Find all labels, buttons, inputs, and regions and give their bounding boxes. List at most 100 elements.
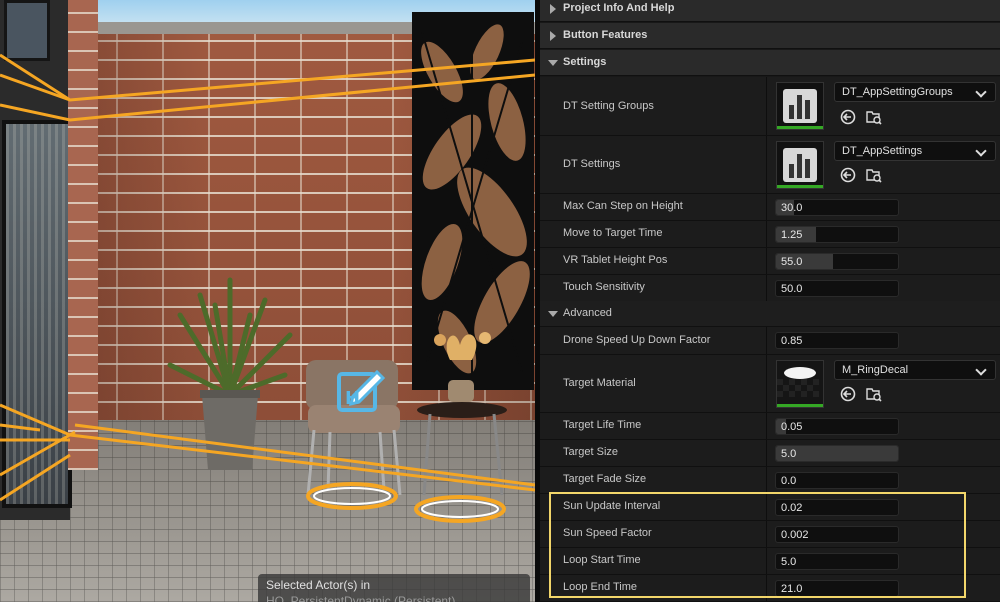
- level-viewport[interactable]: H Selected Actor(s) in HQ_PersistentDyna…: [0, 0, 535, 602]
- number-field[interactable]: 50.0: [775, 280, 899, 297]
- property-loop-start-time: Loop Start Time 5.0: [540, 548, 1000, 575]
- number-field[interactable]: 5.0: [775, 553, 899, 570]
- property-label: Move to Target Time: [563, 227, 663, 239]
- property-max-can-step: Max Can Step on Height 30.0: [540, 194, 1000, 221]
- number-field[interactable]: 1.25: [775, 226, 899, 243]
- field-value: 0.0: [781, 475, 797, 487]
- asset-status-bar: [777, 404, 823, 407]
- property-target-material: Target Material M_RingDecal: [540, 355, 1000, 413]
- asset-status-bar: [777, 126, 823, 129]
- field-value: 55.0: [781, 256, 803, 268]
- number-field[interactable]: 5.0: [775, 445, 899, 462]
- material-preview-icon: [777, 361, 823, 405]
- category-button-features[interactable]: Button Features: [540, 23, 1000, 49]
- column-splitter: [766, 467, 767, 493]
- field-value: 5.0: [781, 556, 797, 568]
- property-label: Max Can Step on Height: [563, 200, 683, 212]
- column-splitter: [766, 248, 767, 274]
- column-splitter: [766, 355, 767, 412]
- asset-picker-combo[interactable]: M_RingDecal: [834, 360, 996, 380]
- column-splitter: [766, 275, 767, 301]
- chevron-down-icon: [975, 145, 987, 157]
- asset-picker-combo[interactable]: DT_AppSettings: [834, 141, 996, 161]
- number-field[interactable]: 30.0: [775, 199, 899, 216]
- column-splitter: [766, 77, 767, 135]
- notification-line-1: Selected Actor(s) in: [266, 578, 371, 592]
- column-splitter: [766, 221, 767, 247]
- number-field[interactable]: 55.0: [775, 253, 899, 270]
- column-splitter: [766, 136, 767, 193]
- column-splitter: [766, 575, 767, 601]
- property-sun-update-interval: Sun Update Interval 0.02: [540, 494, 1000, 521]
- asset-thumbnail[interactable]: [776, 360, 824, 408]
- svg-text:H: H: [345, 388, 360, 409]
- field-value: 5.0: [781, 448, 797, 460]
- notification-line-2: HQ_PersistentDynamic (Persistent): [266, 594, 456, 602]
- field-value: 50.0: [781, 283, 803, 295]
- section-advanced[interactable]: Advanced: [540, 301, 1000, 327]
- column-splitter: [766, 413, 767, 439]
- number-field[interactable]: 0.002: [775, 526, 899, 543]
- asset-status-bar: [777, 185, 823, 188]
- use-selected-icon[interactable]: [840, 167, 856, 183]
- property-label: Sun Update Interval: [563, 500, 661, 512]
- number-field[interactable]: 0.0: [775, 472, 899, 489]
- category-project-info[interactable]: Project Info And Help: [540, 0, 1000, 22]
- column-splitter: [766, 440, 767, 466]
- expand-arrow-icon[interactable]: [550, 4, 556, 14]
- column-splitter: [766, 548, 767, 574]
- property-label: Sun Speed Factor: [563, 527, 652, 539]
- property-drone-speed: Drone Speed Up Down Factor 0.85: [540, 327, 1000, 355]
- property-target-size: Target Size 5.0: [540, 440, 1000, 467]
- property-dt-settings: DT Settings DT_AppSettings: [540, 136, 1000, 194]
- datatable-icon: [783, 148, 817, 182]
- column-splitter: [766, 194, 767, 220]
- property-label: Target Size: [563, 446, 619, 458]
- field-value: 0.002: [781, 529, 809, 541]
- number-field[interactable]: 0.85: [775, 332, 899, 349]
- asset-name: DT_AppSettingGroups: [842, 86, 953, 98]
- browse-asset-icon[interactable]: [866, 109, 882, 125]
- asset-thumbnail[interactable]: [776, 82, 824, 130]
- use-selected-icon[interactable]: [840, 109, 856, 125]
- column-splitter: [766, 521, 767, 547]
- chevron-down-icon: [975, 86, 987, 98]
- property-target-fade-size: Target Fade Size 0.0: [540, 467, 1000, 494]
- collapse-arrow-icon[interactable]: [548, 60, 558, 66]
- number-field[interactable]: 0.02: [775, 499, 899, 516]
- chevron-down-icon: [975, 364, 987, 376]
- property-vr-tablet-height: VR Tablet Height Pos 55.0: [540, 248, 1000, 275]
- use-selected-icon[interactable]: [840, 386, 856, 402]
- datatable-icon: [783, 89, 817, 123]
- property-label: Drone Speed Up Down Factor: [563, 334, 711, 346]
- column-splitter: [766, 327, 767, 354]
- asset-picker-combo[interactable]: DT_AppSettingGroups: [834, 82, 996, 102]
- expand-arrow-icon[interactable]: [550, 31, 556, 41]
- asset-thumbnail[interactable]: [776, 141, 824, 189]
- property-label: Target Fade Size: [563, 473, 647, 485]
- collapse-arrow-icon[interactable]: [548, 311, 558, 317]
- field-value: 1.25: [781, 229, 803, 241]
- selection-outlines: [0, 53, 535, 523]
- edit-icon[interactable]: H: [337, 366, 385, 412]
- property-dt-setting-groups: DT Setting Groups DT_AppSettingGroups: [540, 77, 1000, 136]
- field-value: 0.02: [781, 502, 803, 514]
- asset-name: M_RingDecal: [842, 364, 909, 376]
- property-label: Touch Sensitivity: [563, 281, 645, 293]
- browse-asset-icon[interactable]: [866, 386, 882, 402]
- field-value: 21.0: [781, 583, 803, 595]
- field-value: 0.85: [781, 335, 803, 347]
- category-settings[interactable]: Settings: [540, 50, 1000, 76]
- number-field[interactable]: 0.05: [775, 418, 899, 435]
- property-label: DT Settings: [563, 158, 621, 170]
- property-move-to-target-time: Move to Target Time 1.25: [540, 221, 1000, 248]
- number-field[interactable]: 21.0: [775, 580, 899, 597]
- property-sun-speed-factor: Sun Speed Factor 0.002: [540, 521, 1000, 548]
- property-label: Target Life Time: [563, 419, 642, 431]
- selection-notification: Selected Actor(s) in HQ_PersistentDynami…: [258, 574, 530, 602]
- property-label: Loop Start Time: [563, 554, 641, 566]
- field-value: 30.0: [781, 202, 803, 214]
- property-loop-end-time: Loop End Time 21.0: [540, 575, 1000, 602]
- browse-asset-icon[interactable]: [866, 167, 882, 183]
- field-value: 0.05: [781, 421, 803, 433]
